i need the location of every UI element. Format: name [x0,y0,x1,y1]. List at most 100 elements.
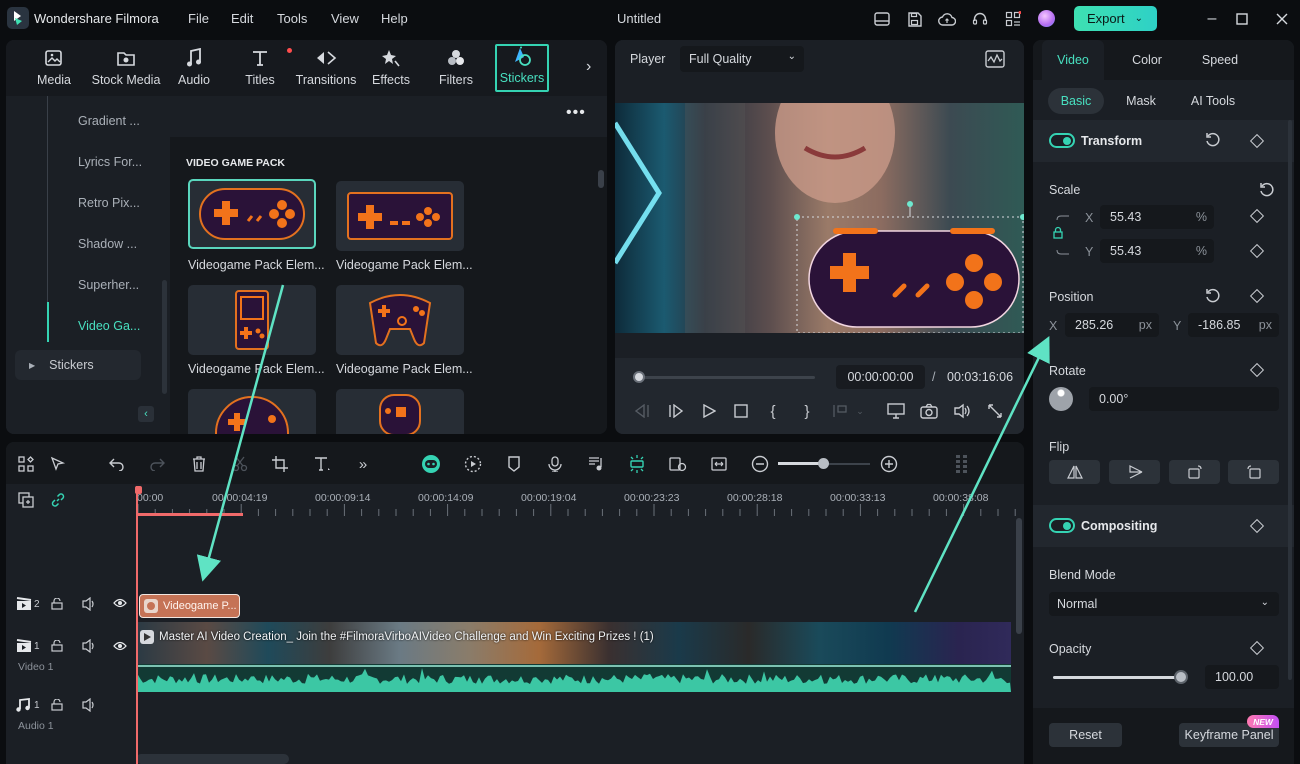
mark-in-icon[interactable]: { [764,402,782,420]
properties-scrollbar[interactable] [1288,120,1292,680]
opacity-slider-knob[interactable] [1174,670,1188,684]
position-x-input[interactable]: 285.26 px [1065,313,1159,337]
category-group-stickers[interactable]: ▶ Stickers [15,350,141,380]
microphone-icon[interactable] [545,454,565,474]
category-item[interactable]: Gradient ... [78,114,140,128]
play-icon[interactable] [700,402,718,420]
keyframe-diamond-icon[interactable] [1249,288,1265,304]
playhead-handle[interactable] [135,486,142,494]
content-scrollbar[interactable] [598,170,604,188]
track-volume-icon[interactable] [82,698,96,712]
volume-icon[interactable] [953,402,971,420]
category-item[interactable]: Lyrics For... [78,155,142,169]
display-settings-icon[interactable] [887,402,905,420]
layout-icon[interactable] [872,9,892,29]
sticker-item[interactable] [188,389,316,434]
ai-copilot-icon[interactable] [421,454,441,474]
playback-progress-bar[interactable] [639,376,815,379]
playhead[interactable] [136,486,138,764]
export-button[interactable]: Export ⌄ [1074,6,1157,31]
subtab-basic[interactable]: Basic [1048,88,1104,114]
rotate-clockwise-button[interactable] [1169,460,1220,484]
redo-icon[interactable] [147,454,167,474]
menu-help[interactable]: Help [381,11,408,26]
auto-highlight-icon[interactable] [463,454,483,474]
reset-button[interactable]: Reset [1049,723,1122,747]
track-volume-icon[interactable] [82,597,96,611]
tab-stock-media[interactable]: Stock Media [88,44,164,92]
sticker-item[interactable] [188,285,316,355]
keyframe-diamond-icon[interactable] [1249,208,1265,224]
rotate-counterclockwise-button[interactable] [1228,460,1279,484]
apps-grid-icon[interactable] [1003,9,1023,29]
snapshot-camera-icon[interactable] [920,402,938,420]
opacity-input[interactable]: 100.00 [1205,665,1279,689]
category-item[interactable]: Retro Pix... [78,196,140,210]
reset-icon[interactable] [1259,182,1275,198]
collapse-sidebar-button[interactable]: ‹ [138,406,154,422]
tab-effects[interactable]: Effects [368,44,414,92]
fullscreen-icon[interactable] [986,402,1004,420]
lock-open-icon[interactable] [51,598,63,610]
timeline-ruler[interactable] [136,484,1024,518]
blend-mode-select[interactable]: Normal ⌄ [1049,592,1279,616]
tab-video[interactable]: Video [1042,40,1104,80]
tab-stickers[interactable]: Stickers [495,44,549,92]
subtab-ai-tools[interactable]: AI Tools [1181,88,1245,114]
fit-timeline-icon[interactable] [709,454,729,474]
quality-select[interactable]: Full Quality ⌄ [680,46,804,72]
timeline-horizontal-scrollbar[interactable] [136,754,289,764]
lock-open-icon[interactable] [51,699,63,711]
category-item[interactable]: Shadow ... [78,237,137,251]
position-y-input[interactable]: -186.85 px [1188,313,1279,337]
mark-out-icon[interactable]: } [798,402,816,420]
sticker-clip[interactable]: Videogame P... [139,594,240,618]
scale-y-input[interactable]: 55.43% [1100,239,1214,263]
rotate-dial[interactable] [1049,387,1073,411]
flip-horizontal-button[interactable] [1049,460,1100,484]
keyframe-diamond-icon[interactable] [1249,362,1265,378]
eye-visibility-icon[interactable] [113,598,127,608]
more-options-icon[interactable]: ••• [566,104,586,122]
more-tools-icon[interactable]: » [353,454,373,474]
waveform-scope-icon[interactable] [985,50,1005,68]
split-scissors-icon[interactable] [230,454,250,474]
zoom-in-icon[interactable] [879,454,899,474]
previous-frame-icon[interactable] [633,402,651,420]
compositing-toggle[interactable] [1049,518,1075,533]
tab-speed[interactable]: Speed [1188,40,1252,80]
sticker-item[interactable] [336,389,464,434]
transform-toggle[interactable] [1049,133,1075,148]
rotate-input[interactable]: 0.00° [1089,387,1279,411]
save-icon[interactable] [904,9,924,29]
tab-audio[interactable]: Audio [172,44,216,92]
lock-open-icon[interactable] [51,640,63,652]
headset-support-icon[interactable] [970,9,990,29]
reset-icon[interactable] [1205,132,1221,148]
layout-grid-icon[interactable] [16,454,36,474]
marker-icon[interactable] [504,454,524,474]
maximize-button[interactable] [1233,10,1251,28]
zoom-out-icon[interactable] [750,454,770,474]
drag-handle-icon[interactable] [952,454,972,474]
link-icon[interactable] [50,492,66,508]
playback-progress-knob[interactable] [633,371,645,383]
select-tool-icon[interactable] [48,454,68,474]
menu-tools[interactable]: Tools [277,11,307,26]
close-button[interactable] [1273,10,1291,28]
category-item[interactable]: Superher... [78,278,139,292]
sticker-item[interactable] [336,285,464,355]
keyframe-diamond-icon[interactable] [1249,640,1265,656]
reset-icon[interactable] [1205,288,1221,304]
tab-filters[interactable]: Filters [436,44,476,92]
track-volume-icon[interactable] [82,639,96,653]
current-timecode[interactable]: 00:00:00:00 [836,365,925,389]
minimize-button[interactable]: – [1203,10,1221,28]
menu-view[interactable]: View [331,11,359,26]
flip-vertical-button[interactable] [1109,460,1160,484]
sticker-item[interactable] [336,181,464,251]
sticker-item[interactable] [188,179,316,249]
add-track-icon[interactable] [18,492,34,508]
sidebar-scrollbar[interactable] [162,280,167,394]
tab-titles[interactable]: Titles [238,44,282,92]
